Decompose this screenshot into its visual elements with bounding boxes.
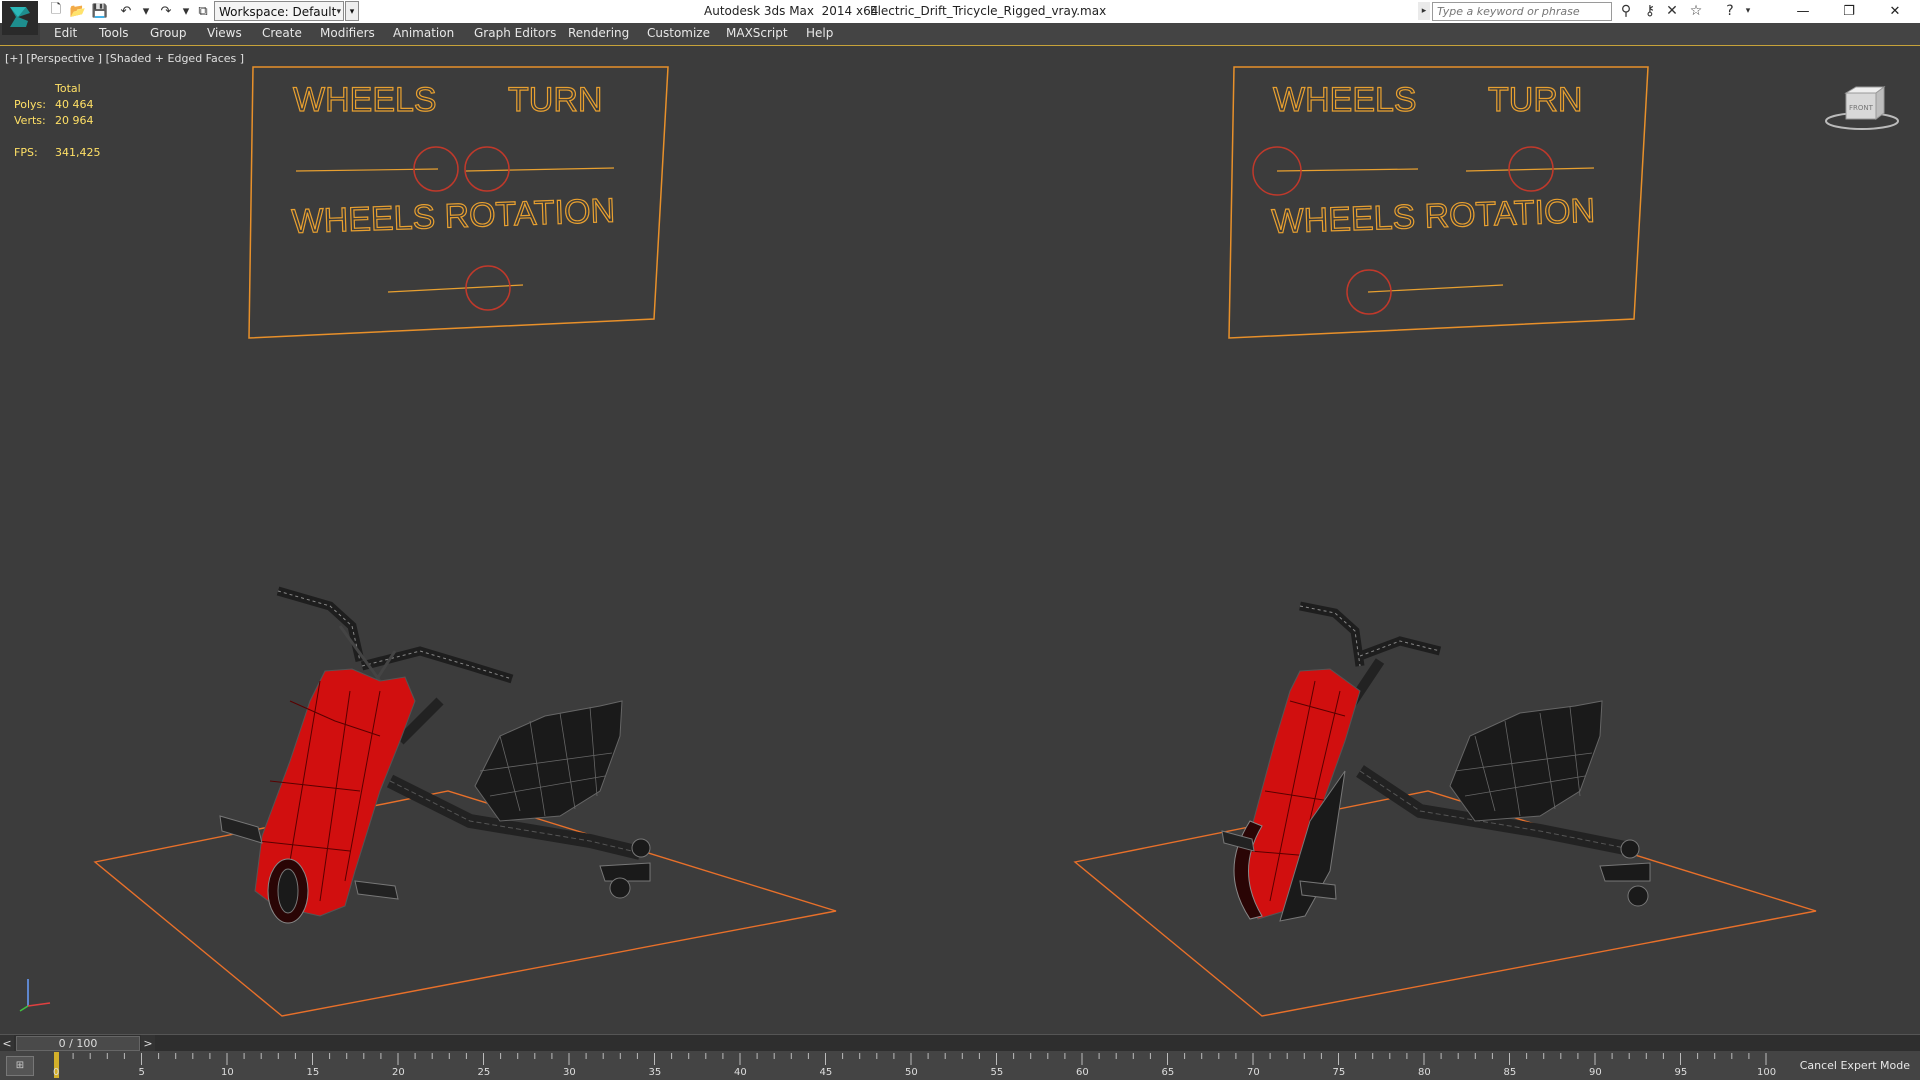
- rig-label-turn: TURN: [1488, 81, 1582, 119]
- menu-bar: Edit Tools Group Views Create Modifiers …: [40, 23, 1920, 45]
- menu-graph-editors[interactable]: Graph Editors: [474, 26, 556, 40]
- search-input[interactable]: [1432, 2, 1612, 21]
- redo-icon[interactable]: ↷: [156, 2, 176, 20]
- chevron-down-icon: ▾: [336, 7, 341, 17]
- track-ruler[interactable]: 0 5 10 15 20 25 30 35 40 45 50 55 60 65 70 75 80 85 90 95 10…: [52, 1051, 1776, 1080]
- title-bar: 🗋 📂 💾 ↶ ▾ ↷ ▾ ⧉ Workspace: Default ▾ ▾ A…: [0, 0, 1920, 35]
- time-slider-prev-button[interactable]: <: [0, 1035, 14, 1052]
- track-bar: ⊞ 0 5 10 15 20 25 30 35 40 45 50 55 60 65 70 75 80 85 90 95…: [0, 1051, 1920, 1080]
- perspective-viewport[interactable]: [+] [Perspective ] [Shaded + Edged Faces…: [0, 45, 1920, 1036]
- track-tick-label: 35: [648, 1067, 662, 1078]
- save-file-icon[interactable]: 💾: [90, 2, 110, 20]
- menu-maxscript[interactable]: MAXScript: [726, 26, 788, 40]
- app-title: Autodesk 3ds Max 2014 x64: [704, 4, 879, 18]
- track-tick-label: 50: [905, 1067, 918, 1078]
- close-button[interactable]: ✕: [1872, 0, 1918, 23]
- workspace-label: Workspace: Default: [219, 5, 337, 19]
- track-tick-label: 0: [53, 1067, 60, 1078]
- menu-views[interactable]: Views: [207, 26, 242, 40]
- track-tick-label: 90: [1589, 1067, 1602, 1078]
- undo-icon[interactable]: ↶: [116, 2, 136, 20]
- project-folder-icon[interactable]: ⧉: [193, 2, 213, 20]
- tricycle-right[interactable]: [1073, 601, 1817, 1017]
- track-tick-label: 80: [1418, 1067, 1431, 1078]
- track-tick-label: 30: [563, 1067, 576, 1078]
- help-icon[interactable]: ?: [1720, 2, 1740, 20]
- undo-dropdown-icon[interactable]: ▾: [136, 2, 156, 20]
- menu-edit[interactable]: Edit: [54, 26, 77, 40]
- track-tick-label: 5: [138, 1067, 145, 1078]
- rig-panel-right[interactable]: WHEELS TURN WHEELS ROTATION: [1228, 66, 1649, 339]
- rig-label-wheels-rotation: WHEELS ROTATION: [1271, 192, 1596, 241]
- communication-center-icon[interactable]: ✕: [1662, 2, 1682, 20]
- track-tick-label: 20: [392, 1067, 405, 1078]
- turn-control-handle[interactable]: [464, 146, 510, 192]
- rig-label-turn: TURN: [508, 81, 602, 119]
- time-slider-next-button[interactable]: >: [141, 1035, 155, 1052]
- track-tick-label: 70: [1247, 1067, 1260, 1078]
- turn-slider-track: [465, 167, 615, 172]
- track-tick-label: 75: [1332, 1067, 1346, 1078]
- rig-label-wheels-rotation: WHEELS ROTATION: [291, 192, 616, 241]
- cancel-expert-mode-button[interactable]: Cancel Expert Mode: [1800, 1059, 1910, 1072]
- new-file-icon[interactable]: 🗋: [46, 2, 66, 20]
- menu-rendering[interactable]: Rendering: [568, 26, 629, 40]
- track-tick-label: 60: [1076, 1067, 1089, 1078]
- rig-panel-left[interactable]: WHEELS TURN WHEELS ROTATION: [248, 66, 669, 339]
- wheels-slider-track: [1276, 168, 1419, 172]
- binoculars-icon[interactable]: ⚲: [1616, 2, 1636, 20]
- track-tick-label: 55: [990, 1067, 1004, 1078]
- track-tick-label: 25: [477, 1067, 491, 1078]
- menu-help[interactable]: Help: [806, 26, 833, 40]
- track-tick-label: 10: [221, 1067, 234, 1078]
- rotation-slider-track: [387, 284, 524, 293]
- track-tick-label: 15: [306, 1067, 320, 1078]
- menu-animation[interactable]: Animation: [393, 26, 454, 40]
- track-tick-label: 100: [1757, 1067, 1777, 1078]
- time-slider[interactable]: < 0 / 100 >: [0, 1034, 1920, 1052]
- menu-group[interactable]: Group: [150, 26, 187, 40]
- menu-customize[interactable]: Customize: [647, 26, 710, 40]
- wheels-slider-track: [295, 168, 439, 172]
- track-tick-label: 40: [734, 1067, 747, 1078]
- menu-modifiers[interactable]: Modifiers: [320, 26, 375, 40]
- subscription-icon[interactable]: ⚷: [1640, 2, 1660, 20]
- turn-slider-track: [1465, 167, 1595, 172]
- tricycle-left[interactable]: [93, 586, 837, 1017]
- track-tick-label: 45: [819, 1067, 833, 1078]
- search-expand-icon[interactable]: ▸: [1418, 2, 1430, 20]
- 3dsmax-logo-icon: [10, 7, 30, 27]
- menu-tools[interactable]: Tools: [99, 26, 129, 40]
- quick-access-customize-icon[interactable]: ▾: [345, 1, 359, 21]
- workspace-dropdown[interactable]: Workspace: Default ▾: [214, 1, 344, 21]
- time-slider-thumb[interactable]: 0 / 100: [16, 1036, 140, 1051]
- rotation-slider-track: [1367, 284, 1504, 293]
- rig-label-wheels: WHEELS: [293, 81, 437, 119]
- rig-ground-plane[interactable]: [1073, 790, 1817, 1017]
- restore-button[interactable]: ❐: [1826, 0, 1872, 23]
- viewcube-face-label: FRONT: [1849, 104, 1874, 112]
- open-mini-curve-editor-icon[interactable]: ⊞: [6, 1056, 34, 1076]
- track-tick-label: 95: [1674, 1067, 1688, 1078]
- file-title: Electric_Drift_Tricycle_Rigged_vray.max: [870, 4, 1107, 18]
- minimize-button[interactable]: —: [1780, 0, 1826, 23]
- favorites-star-icon[interactable]: ☆: [1686, 2, 1706, 20]
- rig-label-wheels: WHEELS: [1273, 81, 1417, 119]
- viewcube[interactable]: FRONT: [1825, 86, 1899, 130]
- scene-canvas[interactable]: WHEELS TURN WHEELS ROTATION WHEELS TURN …: [0, 46, 1920, 1034]
- axis-tripod-icon: [19, 979, 51, 1012]
- track-tick-label: 85: [1503, 1067, 1517, 1078]
- open-file-icon[interactable]: 📂: [68, 2, 88, 20]
- track-tick-label: 65: [1161, 1067, 1175, 1078]
- menu-create[interactable]: Create: [262, 26, 302, 40]
- app-menu-button[interactable]: [2, 1, 38, 35]
- help-dropdown-icon[interactable]: ▾: [1738, 2, 1758, 20]
